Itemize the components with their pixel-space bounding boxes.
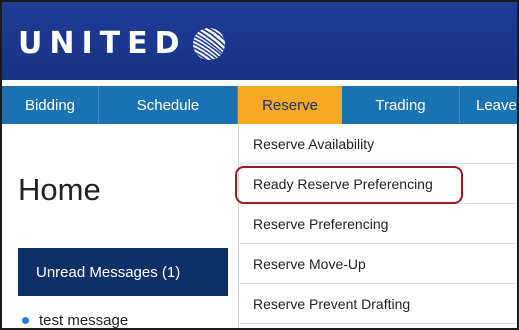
- main-nav: Bidding Schedule Reserve Trading Leave: [2, 86, 517, 124]
- menu-item-reserve-availability[interactable]: Reserve Availability: [239, 124, 517, 164]
- page-title: Home: [18, 172, 101, 207]
- nav-tab-reserve[interactable]: Reserve: [238, 86, 342, 124]
- bullet-icon: [22, 317, 29, 324]
- nav-tab-trading[interactable]: Trading: [342, 86, 460, 124]
- unread-messages-header[interactable]: Unread Messages (1): [18, 248, 228, 296]
- nav-tab-schedule[interactable]: Schedule: [99, 86, 238, 124]
- menu-item-partial: [239, 324, 517, 328]
- menu-item-ready-reserve-preferencing[interactable]: Ready Reserve Preferencing: [239, 164, 517, 204]
- app-window: UNITED Bidding Schedule Reserve Trading …: [0, 0, 519, 330]
- menu-item-reserve-prevent-drafting[interactable]: Reserve Prevent Drafting: [239, 284, 517, 324]
- menu-item-reserve-preferencing[interactable]: Reserve Preferencing: [239, 204, 517, 244]
- reserve-dropdown-menu: Reserve Availability Ready Reserve Prefe…: [238, 124, 517, 328]
- header-bar: UNITED: [2, 2, 517, 80]
- nav-tab-leave[interactable]: Leave: [460, 86, 517, 124]
- logo-text: UNITED: [18, 26, 187, 61]
- message-list-item[interactable]: test message: [18, 312, 128, 328]
- menu-item-reserve-move-up[interactable]: Reserve Move-Up: [239, 244, 517, 284]
- nav-tab-bidding[interactable]: Bidding: [2, 86, 99, 124]
- message-text[interactable]: test message: [39, 312, 128, 328]
- united-logo[interactable]: UNITED: [18, 26, 229, 62]
- united-globe-icon: [192, 28, 225, 60]
